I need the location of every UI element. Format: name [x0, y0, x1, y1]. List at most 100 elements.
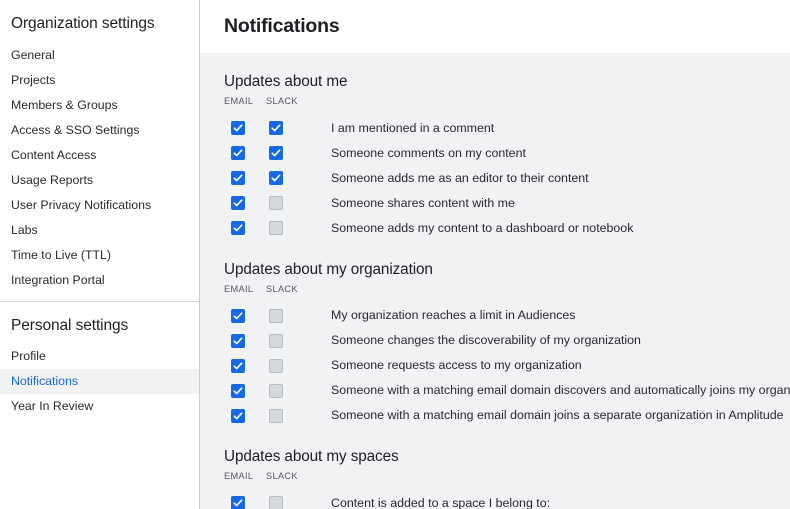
column-header-slack: SLACK — [266, 285, 308, 294]
notification-row: Someone requests access to my organizati… — [224, 353, 790, 378]
sidebar-item-projects[interactable]: Projects — [0, 68, 199, 93]
slack-checkbox[interactable] — [269, 309, 283, 323]
email-checkbox[interactable] — [231, 221, 245, 235]
notification-row: Someone with a matching email domain dis… — [224, 378, 790, 403]
sidebar-list-personal: Profile Notifications Year In Review — [0, 344, 199, 419]
email-checkbox-cell — [224, 171, 262, 185]
sidebar-item-time-to-live-ttl[interactable]: Time to Live (TTL) — [0, 243, 199, 268]
email-checkbox[interactable] — [231, 409, 245, 423]
notification-row-label: My organization reaches a limit in Audie… — [331, 309, 576, 321]
sidebar-item-general[interactable]: General — [0, 43, 199, 68]
sidebar-item-label: Usage Reports — [11, 174, 93, 186]
slack-checkbox-cell — [262, 359, 301, 373]
notification-row: Someone shares content with me — [224, 191, 790, 216]
email-checkbox-cell — [224, 409, 262, 423]
sidebar-item-profile[interactable]: Profile — [0, 344, 199, 369]
email-checkbox[interactable] — [231, 309, 245, 323]
sidebar-item-content-access[interactable]: Content Access — [0, 143, 199, 168]
main-content: Notifications Updates about meEMAILSLACK… — [200, 0, 790, 509]
slack-checkbox[interactable] — [269, 359, 283, 373]
column-header-slack: SLACK — [266, 472, 308, 481]
sidebar-item-access-sso-settings[interactable]: Access & SSO Settings — [0, 118, 199, 143]
notification-row-label: Someone shares content with me — [331, 197, 515, 209]
slack-checkbox-cell — [262, 309, 301, 323]
slack-checkbox[interactable] — [269, 384, 283, 398]
notification-row: Someone adds my content to a dashboard o… — [224, 216, 790, 241]
email-checkbox[interactable] — [231, 384, 245, 398]
sidebar-item-usage-reports[interactable]: Usage Reports — [0, 168, 199, 193]
sidebar-group-personal: Personal settings ProfileNotificationsYe… — [0, 302, 199, 420]
sidebar-item-label: Notifications — [11, 375, 78, 387]
page-header: Notifications — [200, 0, 790, 53]
email-checkbox-cell — [224, 334, 262, 348]
notification-row-label: Someone changes the discoverability of m… — [331, 334, 641, 346]
slack-checkbox-cell — [262, 221, 301, 235]
section-title: Updates about my spaces — [224, 428, 790, 472]
slack-checkbox[interactable] — [269, 196, 283, 210]
email-checkbox-cell — [224, 146, 262, 160]
section-title: Updates about my organization — [224, 241, 790, 285]
notification-row: Someone adds me as an editor to their co… — [224, 166, 790, 191]
sidebar-item-year-in-review[interactable]: Year In Review — [0, 394, 199, 419]
slack-checkbox[interactable] — [269, 221, 283, 235]
notification-row-label: I am mentioned in a comment — [331, 122, 494, 134]
sidebar-item-label: Access & SSO Settings — [11, 124, 140, 136]
sidebar-item-user-privacy-notifications[interactable]: User Privacy Notifications — [0, 193, 199, 218]
settings-sidebar: Organization settings General Projects Mem… — [0, 0, 200, 509]
slack-checkbox-cell — [262, 121, 301, 135]
column-header-slack: SLACK — [266, 97, 308, 106]
sidebar-item-notifications[interactable]: Notifications — [0, 369, 199, 394]
slack-checkbox[interactable] — [269, 121, 283, 135]
sidebar-item-label: General — [11, 49, 55, 61]
column-header-email: EMAIL — [224, 285, 266, 294]
email-checkbox[interactable] — [231, 146, 245, 160]
sidebar-item-integration-portal[interactable]: Integration Portal — [0, 268, 199, 293]
email-checkbox[interactable] — [231, 196, 245, 210]
email-checkbox-cell — [224, 359, 262, 373]
notification-row: Someone changes the discoverability of m… — [224, 328, 790, 353]
email-checkbox-cell — [224, 196, 262, 210]
slack-checkbox[interactable] — [269, 334, 283, 348]
sidebar-item-label: Labs — [11, 224, 38, 236]
sidebar-item-label: Integration Portal — [11, 274, 105, 286]
email-checkbox[interactable] — [231, 121, 245, 135]
notification-rows: Content is added to a space I belong to: — [224, 491, 790, 509]
email-checkbox-cell — [224, 496, 262, 509]
email-checkbox-cell — [224, 121, 262, 135]
sidebar-item-labs[interactable]: Labs — [0, 218, 199, 243]
sidebar-heading-organization: Organization settings — [0, 6, 199, 43]
notification-row-label: Someone comments on my content — [331, 147, 526, 159]
notification-row-label: Someone requests access to my organizati… — [331, 359, 582, 371]
email-checkbox[interactable] — [231, 496, 245, 509]
slack-checkbox-cell — [262, 496, 301, 509]
email-checkbox[interactable] — [231, 171, 245, 185]
sidebar-item-label: Projects — [11, 74, 55, 86]
notification-section: Updates about my spacesEMAILSLACKContent… — [224, 428, 790, 509]
slack-checkbox-cell — [262, 171, 301, 185]
section-title: Updates about me — [224, 53, 790, 97]
sidebar-group-organization: Organization settings General Projects Mem… — [0, 0, 199, 293]
notification-row-label: Content is added to a space I belong to: — [331, 497, 550, 509]
notification-row: Someone comments on my content — [224, 141, 790, 166]
slack-checkbox-cell — [262, 384, 301, 398]
sidebar-list-organization: General Projects Members & Groups Access & … — [0, 43, 199, 293]
slack-checkbox[interactable] — [269, 171, 283, 185]
sidebar-item-label: Content Access — [11, 149, 96, 161]
notification-row: I am mentioned in a comment — [224, 116, 790, 141]
notification-section: Updates about meEMAILSLACKI am mentioned… — [224, 53, 790, 241]
slack-checkbox[interactable] — [269, 146, 283, 160]
slack-checkbox-cell — [262, 146, 301, 160]
sidebar-item-label: Profile — [11, 350, 46, 362]
sidebar-item-label: Year In Review — [11, 400, 93, 412]
sidebar-item-label: User Privacy Notifications — [11, 199, 151, 211]
settings-page: Organization settings General Projects Mem… — [0, 0, 790, 509]
email-checkbox-cell — [224, 384, 262, 398]
column-headers: EMAILSLACK — [224, 285, 790, 303]
email-checkbox[interactable] — [231, 334, 245, 348]
notification-row: Content is added to a space I belong to: — [224, 491, 790, 509]
email-checkbox[interactable] — [231, 359, 245, 373]
slack-checkbox[interactable] — [269, 496, 283, 509]
slack-checkbox-cell — [262, 334, 301, 348]
slack-checkbox[interactable] — [269, 409, 283, 423]
sidebar-item-members-groups[interactable]: Members & Groups — [0, 93, 199, 118]
